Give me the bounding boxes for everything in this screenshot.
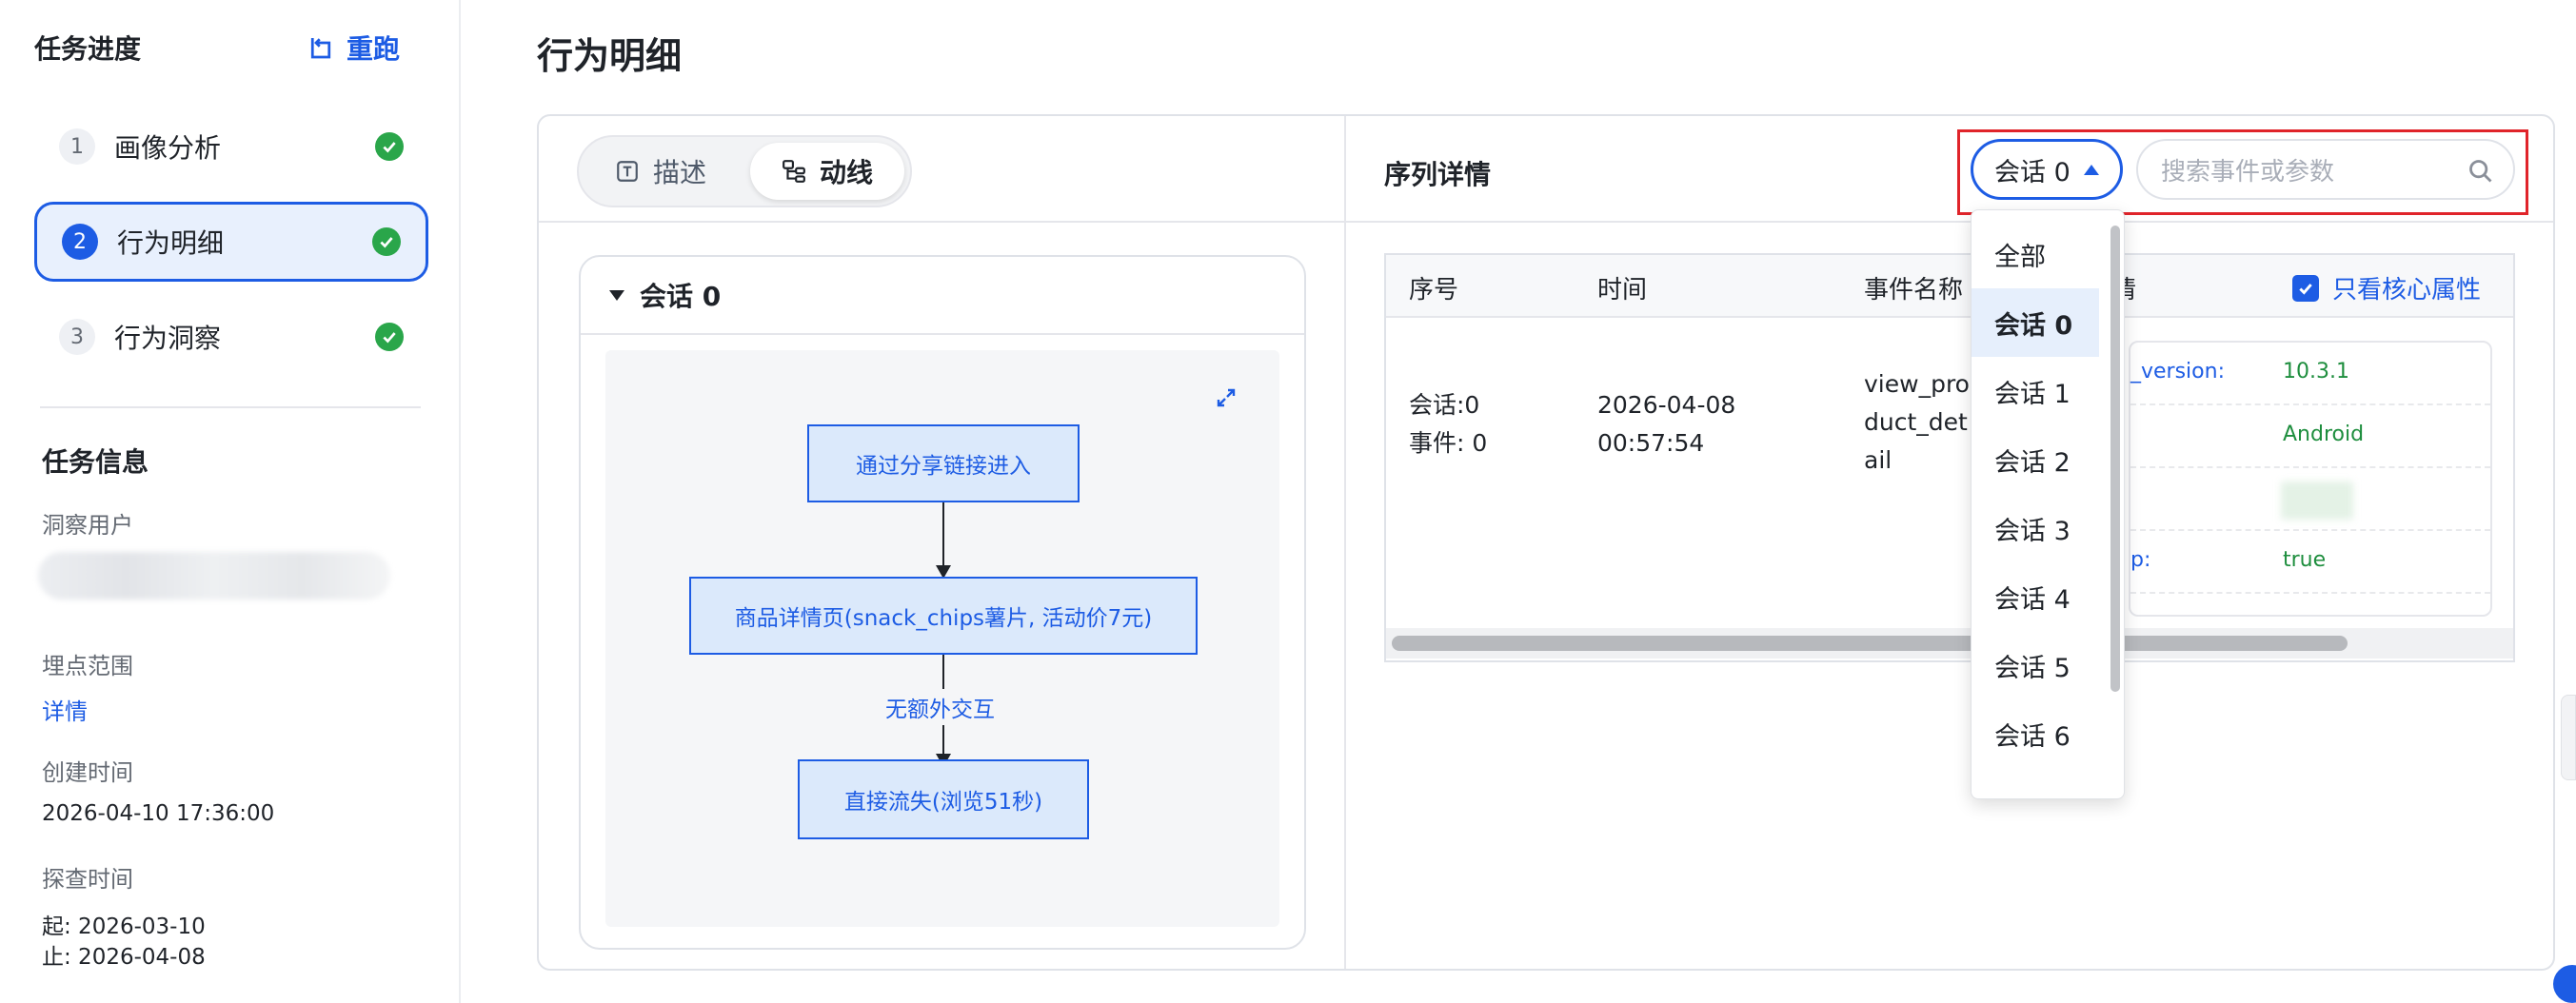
flow-edge-label: 无额外交互 xyxy=(882,689,999,725)
rerun-label: 重跑 xyxy=(347,33,401,65)
dropdown-option-all[interactable]: 全部 xyxy=(1972,220,2099,288)
session-header[interactable]: 会话 0 xyxy=(581,257,1304,335)
session-title: 会话 0 xyxy=(640,281,722,312)
step-number: 2 xyxy=(62,224,98,260)
session-dropdown-menu: 全部 会话 0 会话 1 会话 2 会话 3 会话 4 会话 5 会话 6 xyxy=(1971,209,2125,799)
flow-tree-icon xyxy=(783,160,805,183)
caret-up-icon xyxy=(2083,164,2099,175)
step-item-profile-analysis[interactable]: 1 画像分析 xyxy=(34,107,428,187)
flow-canvas: 通过分享链接进入 商品详情页(snack_chips薯片, 活动价7元) 无额外… xyxy=(605,350,1279,927)
insight-user-value-redacted xyxy=(38,552,390,600)
task-info-title: 任务信息 xyxy=(42,446,149,478)
step-item-behavior-insight[interactable]: 3 行为洞察 xyxy=(34,297,428,377)
tab-label: 描述 xyxy=(652,157,706,188)
side-drawer-handle[interactable] xyxy=(2561,695,2576,780)
step-label: 画像分析 xyxy=(114,132,222,164)
property-value: Android xyxy=(2283,423,2365,446)
expand-icon[interactable] xyxy=(1215,386,1238,409)
property-row: p: true xyxy=(2130,531,2490,594)
explore-end: 止: 2026-04-08 xyxy=(42,945,206,970)
step-label: 行为洞察 xyxy=(114,323,222,354)
created-time-value: 2026-04-10 17:36:00 xyxy=(42,801,275,826)
dropdown-option-session-0[interactable]: 会话 0 xyxy=(1972,288,2099,357)
dropdown-option-session-4[interactable]: 会话 4 xyxy=(1972,562,2099,631)
flow-node-product-detail[interactable]: 商品详情页(snack_chips薯片, 活动价7元) xyxy=(689,577,1198,655)
flow-node-entry[interactable]: 通过分享链接进入 xyxy=(807,424,1080,502)
session-flow-card: 会话 0 通过分享链接进入 商品详情页(snack_chips薯片, 活动价7元… xyxy=(579,255,1306,950)
detail-panel: 描述 动线 会话 0 通过分享链接进入 商品详情页(snack_chips薯片,… xyxy=(537,114,2555,971)
tracking-scope-detail-link[interactable]: 详情 xyxy=(42,693,88,726)
task-progress-title: 任务进度 xyxy=(34,33,142,65)
search-input[interactable]: 搜索事件或参数 xyxy=(2136,139,2515,200)
view-toggle: 描述 动线 xyxy=(577,135,912,207)
rerun-button[interactable]: 重跑 xyxy=(307,29,400,67)
property-key: p: xyxy=(2130,548,2151,572)
time-cell-line1: 2026-04-08 xyxy=(1597,391,1736,419)
property-row xyxy=(2130,468,2490,531)
explore-time-label: 探查时间 xyxy=(42,866,133,893)
column-header-time: 时间 xyxy=(1597,276,1648,305)
property-row: Android xyxy=(2130,405,2490,468)
assistant-float-button[interactable] xyxy=(2553,965,2576,1003)
scrollbar-thumb[interactable] xyxy=(1392,636,2348,651)
step-label: 行为明细 xyxy=(117,227,225,259)
check-circle-icon xyxy=(375,323,404,351)
seq-cell-line1: 会话:0 xyxy=(1409,391,1480,419)
property-value: 10.3.1 xyxy=(2283,360,2349,384)
page-title: 行为明细 xyxy=(537,35,683,77)
check-circle-icon xyxy=(372,227,401,256)
event-cell-line3: ail xyxy=(1864,446,1892,474)
rerun-icon xyxy=(310,38,331,59)
created-time-label: 创建时间 xyxy=(42,759,133,786)
event-cell-line1: view_pro xyxy=(1864,370,1970,398)
dropdown-option-session-1[interactable]: 会话 1 xyxy=(1972,357,2099,425)
caret-down-icon xyxy=(609,289,624,301)
sequence-table: 序号 时间 事件名称 情 只看核心属性 会话:0 事件: 0 2026-04-0… xyxy=(1384,253,2515,662)
insight-user-label: 洞察用户 xyxy=(42,512,133,539)
core-attributes-checkbox[interactable]: 只看核心属性 xyxy=(2292,270,2481,305)
dropdown-option-session-6[interactable]: 会话 6 xyxy=(1972,699,2099,768)
session-select[interactable]: 会话 0 xyxy=(1971,139,2123,200)
sidebar: 任务进度 重跑 1 画像分析 2 行为明细 3 行为洞察 任务信息 洞察用户 埋… xyxy=(0,0,461,1003)
flow-pane: 描述 动线 会话 0 通过分享链接进入 商品详情页(snack_chips薯片,… xyxy=(539,116,1346,969)
dropdown-option-session-5[interactable]: 会话 5 xyxy=(1972,631,2099,699)
tab-flow[interactable]: 动线 xyxy=(750,143,904,200)
tab-label: 动线 xyxy=(819,157,873,188)
seq-cell-line2: 事件: 0 xyxy=(1409,429,1488,457)
checkbox-checked-icon xyxy=(2292,274,2319,302)
step-item-behavior-detail[interactable]: 2 行为明细 xyxy=(34,202,428,282)
dropdown-option-session-3[interactable]: 会话 3 xyxy=(1972,494,2099,562)
horizontal-scrollbar[interactable] xyxy=(1386,628,2513,659)
dropdown-scrollbar[interactable] xyxy=(2110,226,2120,692)
column-header-seq: 序号 xyxy=(1409,276,1459,305)
column-header-event: 事件名称 xyxy=(1864,276,1964,305)
dropdown-option-session-2[interactable]: 会话 2 xyxy=(1972,425,2099,494)
session-select-value: 会话 0 xyxy=(1994,157,2071,187)
property-row: _version: 10.3.1 xyxy=(2130,343,2490,405)
event-cell-line2: duct_det xyxy=(1864,408,1968,436)
tracking-scope-label: 埋点范围 xyxy=(42,653,133,679)
flow-node-churn[interactable]: 直接流失(浏览51秒) xyxy=(798,759,1089,839)
search-icon[interactable] xyxy=(2467,158,2494,185)
property-key: _version: xyxy=(2130,360,2225,384)
table-header: 序号 时间 事件名称 情 只看核心属性 xyxy=(1386,255,2513,318)
explore-start: 起: 2026-03-10 xyxy=(42,914,206,939)
property-list: _version: 10.3.1 Android p: true xyxy=(2129,341,2492,617)
property-value: true xyxy=(2283,548,2327,572)
step-number: 3 xyxy=(59,319,95,355)
time-cell-line2: 00:57:54 xyxy=(1597,429,1705,457)
property-value-redacted xyxy=(2281,482,2353,520)
core-attributes-label: 只看核心属性 xyxy=(2332,276,2482,305)
search-placeholder: 搜索事件或参数 xyxy=(2161,157,2335,187)
flow-edge xyxy=(942,502,944,565)
divider xyxy=(40,406,421,408)
text-box-icon xyxy=(617,161,638,182)
sequence-detail-title: 序列详情 xyxy=(1384,159,1492,190)
tab-description[interactable]: 描述 xyxy=(585,143,737,200)
step-number: 1 xyxy=(59,128,95,165)
check-circle-icon xyxy=(375,132,404,161)
